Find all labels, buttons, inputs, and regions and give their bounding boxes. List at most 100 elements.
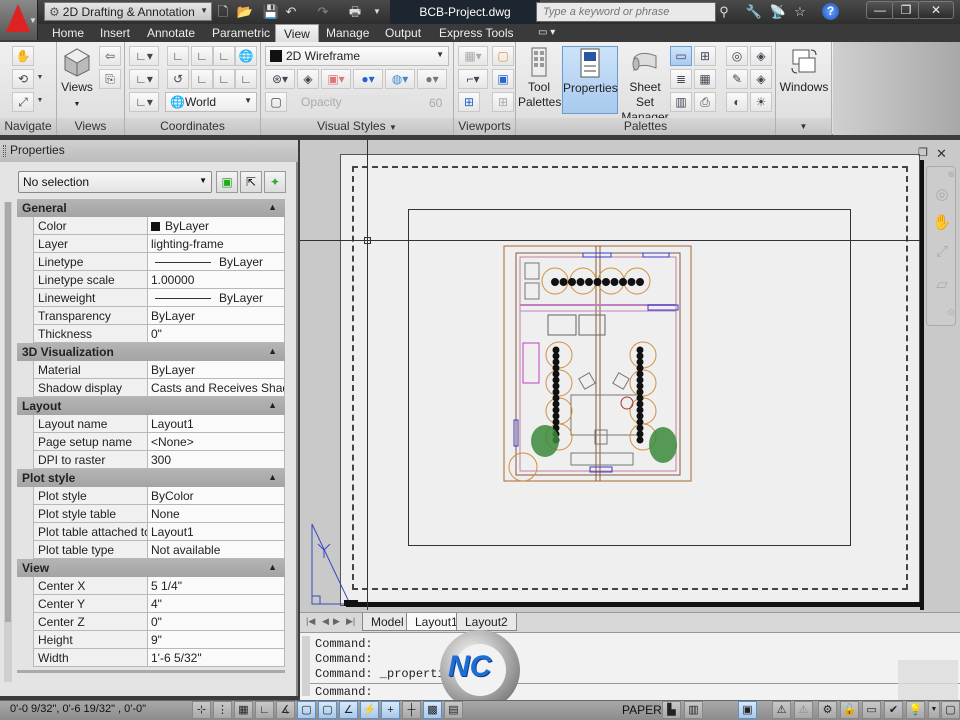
dbconnect-icon[interactable]: ◎ bbox=[726, 46, 748, 66]
content-browser-icon[interactable]: ◈ bbox=[750, 46, 772, 66]
property-value[interactable]: ByLayer bbox=[148, 289, 285, 306]
layer-properties-icon[interactable]: ≣ bbox=[670, 69, 692, 89]
collapse-icon[interactable]: ▲ bbox=[268, 472, 277, 482]
hardware-acceleration-icon[interactable]: ▭ bbox=[862, 701, 881, 719]
section-view[interactable]: View ▲ bbox=[17, 559, 285, 577]
binoculars-icon[interactable]: ⚲ bbox=[714, 3, 734, 21]
grid-display-icon[interactable]: ▦ bbox=[234, 701, 253, 719]
quick-properties-icon[interactable]: ▤ bbox=[444, 701, 463, 719]
ucs-z-axis-icon[interactable]: ∟ bbox=[213, 69, 235, 89]
restore-icon[interactable]: ❐ bbox=[918, 146, 928, 159]
ribbon-minimize-icon[interactable]: ▭ ▾ bbox=[530, 24, 563, 42]
polar-tracking-icon[interactable]: ∡ bbox=[276, 701, 295, 719]
property-value[interactable]: ByLayer bbox=[148, 307, 285, 324]
tab-manage[interactable]: Manage bbox=[318, 24, 377, 42]
polygonal-viewport-icon[interactable]: ⌐▾ bbox=[458, 69, 488, 89]
property-value[interactable]: 300 bbox=[148, 451, 285, 468]
section-layout[interactable]: Layout ▲ bbox=[17, 397, 285, 415]
orbit-icon[interactable]: ⟲ bbox=[12, 69, 34, 89]
property-row[interactable]: DPI to raster 300 bbox=[33, 451, 285, 469]
quick-select-icon[interactable]: ✦ bbox=[264, 171, 286, 193]
zoom-extents-icon[interactable]: ⤢ bbox=[12, 92, 34, 112]
property-row[interactable]: Plot style ByColor bbox=[33, 487, 285, 505]
close-icon[interactable]: ✕ bbox=[936, 146, 947, 162]
property-row[interactable]: Center X5 1/4" bbox=[33, 577, 285, 595]
collapse-icon[interactable]: ▲ bbox=[268, 202, 277, 212]
face-style-icon[interactable]: ◈ bbox=[297, 69, 319, 89]
chevron-down-icon[interactable]: ▼ bbox=[928, 701, 940, 719]
property-row[interactable]: Plot style table None bbox=[33, 505, 285, 523]
tab-view[interactable]: View bbox=[275, 24, 319, 42]
property-value[interactable]: <None> bbox=[148, 433, 285, 450]
grip-icon[interactable] bbox=[3, 145, 6, 157]
lock-icon[interactable]: 🔓 bbox=[840, 701, 859, 719]
property-row[interactable]: Center Z 0" bbox=[33, 613, 285, 631]
next-tab-icon[interactable]: ▶ bbox=[333, 616, 340, 627]
pan-icon[interactable]: ✋ bbox=[929, 213, 955, 231]
property-row[interactable]: Center Y 4" bbox=[33, 595, 285, 613]
property-value[interactable]: None bbox=[148, 505, 285, 522]
tab-insert[interactable]: Insert bbox=[92, 24, 138, 42]
viewport-config-icon[interactable]: ▦▾ bbox=[458, 46, 488, 66]
visual-style-combo[interactable]: 2D Wireframe ▼ bbox=[265, 46, 449, 66]
command-window-grip[interactable] bbox=[302, 636, 310, 696]
select-objects-icon[interactable]: ⇱ bbox=[240, 171, 262, 193]
dynamic-ucs-icon[interactable]: ⚡ bbox=[360, 701, 379, 719]
object-snap-tracking-icon[interactable]: ∠ bbox=[339, 701, 358, 719]
opacity-label[interactable]: Opacity bbox=[297, 95, 407, 111]
design-center-icon[interactable]: ⊞ bbox=[694, 46, 716, 66]
ucs-view-icon[interactable]: ∟ bbox=[213, 46, 235, 66]
collapse-icon[interactable]: ▲ bbox=[268, 400, 277, 410]
ucs-3point-icon[interactable]: ∟ bbox=[235, 69, 257, 89]
xray-icon[interactable]: ▣▾ bbox=[321, 69, 351, 89]
opacity-icon[interactable]: ▢ bbox=[265, 92, 287, 112]
ucs-combo[interactable]: 🌐World ▼ bbox=[165, 92, 257, 112]
star-icon[interactable]: ☆ bbox=[790, 3, 810, 21]
help-icon[interactable]: ? bbox=[822, 3, 839, 20]
collapse-icon[interactable]: ▲ bbox=[268, 562, 277, 572]
ortho-mode-icon[interactable]: ∟ bbox=[255, 701, 274, 719]
quickcalc-icon[interactable]: ▦ bbox=[694, 69, 716, 89]
chevron-down-icon[interactable]: ▼ bbox=[35, 69, 45, 89]
chevron-down-icon[interactable]: ▼ bbox=[35, 92, 45, 112]
ucs-world-icon[interactable]: ∟ bbox=[191, 46, 213, 66]
render-window-icon[interactable]: ◐ bbox=[726, 92, 748, 112]
property-value[interactable]: 5 1/4" bbox=[148, 577, 285, 594]
property-value[interactable]: ByLayer bbox=[148, 217, 285, 234]
property-value[interactable]: Casts and Receives Shad... bbox=[148, 379, 285, 396]
save-icon[interactable]: 💾 bbox=[262, 3, 280, 20]
property-row[interactable]: Thickness 0" bbox=[33, 325, 285, 343]
viewport-from-object-icon[interactable]: ▣ bbox=[492, 69, 514, 89]
chevron-down-icon[interactable]: ▼ bbox=[776, 118, 831, 135]
property-value[interactable]: ByColor bbox=[148, 487, 285, 504]
ucs-origin-icon[interactable]: ∟ bbox=[191, 69, 213, 89]
property-row[interactable]: Width 1'-6 5/32" bbox=[33, 649, 285, 667]
tab-layout2[interactable]: Layout2 bbox=[456, 613, 517, 631]
prev-tab-icon[interactable]: ◀ bbox=[322, 616, 329, 627]
tool-palettes-button[interactable]: Tool Palettes bbox=[518, 46, 561, 110]
search-input[interactable] bbox=[537, 3, 715, 21]
3d-object-snap-icon[interactable]: ▢ bbox=[318, 701, 337, 719]
property-value[interactable]: 1.00000 bbox=[148, 271, 285, 288]
close-icon[interactable]: ✕ bbox=[918, 1, 954, 19]
last-tab-icon[interactable]: ▶| bbox=[346, 616, 355, 627]
customize-dropdown-icon[interactable]: ▼ bbox=[368, 3, 386, 20]
dynamic-input-icon[interactable]: + bbox=[381, 701, 400, 719]
pan-icon[interactable]: ✋ bbox=[12, 46, 34, 66]
property-value[interactable]: Not available bbox=[148, 541, 285, 558]
property-value[interactable]: 1'-6 5/32" bbox=[148, 649, 285, 666]
section-plot-style[interactable]: Plot style ▲ bbox=[17, 469, 285, 487]
ucs-icon[interactable]: ∟▾ bbox=[129, 46, 159, 66]
tab-express-tools[interactable]: Express Tools bbox=[431, 24, 521, 42]
property-value[interactable]: 0" bbox=[148, 613, 285, 630]
property-row[interactable]: Layer lighting-frame bbox=[33, 235, 285, 253]
property-value[interactable]: 0" bbox=[148, 325, 285, 342]
property-value[interactable]: 4" bbox=[148, 595, 285, 612]
tab-output[interactable]: Output bbox=[377, 24, 429, 42]
paper-model-toggle[interactable]: PAPER bbox=[622, 703, 662, 717]
views-button[interactable]: Views ▼ bbox=[59, 46, 95, 112]
minimize-icon[interactable]: — bbox=[866, 1, 894, 19]
lineweight-icon[interactable]: ┼ bbox=[402, 701, 421, 719]
property-row[interactable]: Layout name Layout1 bbox=[33, 415, 285, 433]
section-general[interactable]: General ▲ bbox=[17, 199, 285, 217]
